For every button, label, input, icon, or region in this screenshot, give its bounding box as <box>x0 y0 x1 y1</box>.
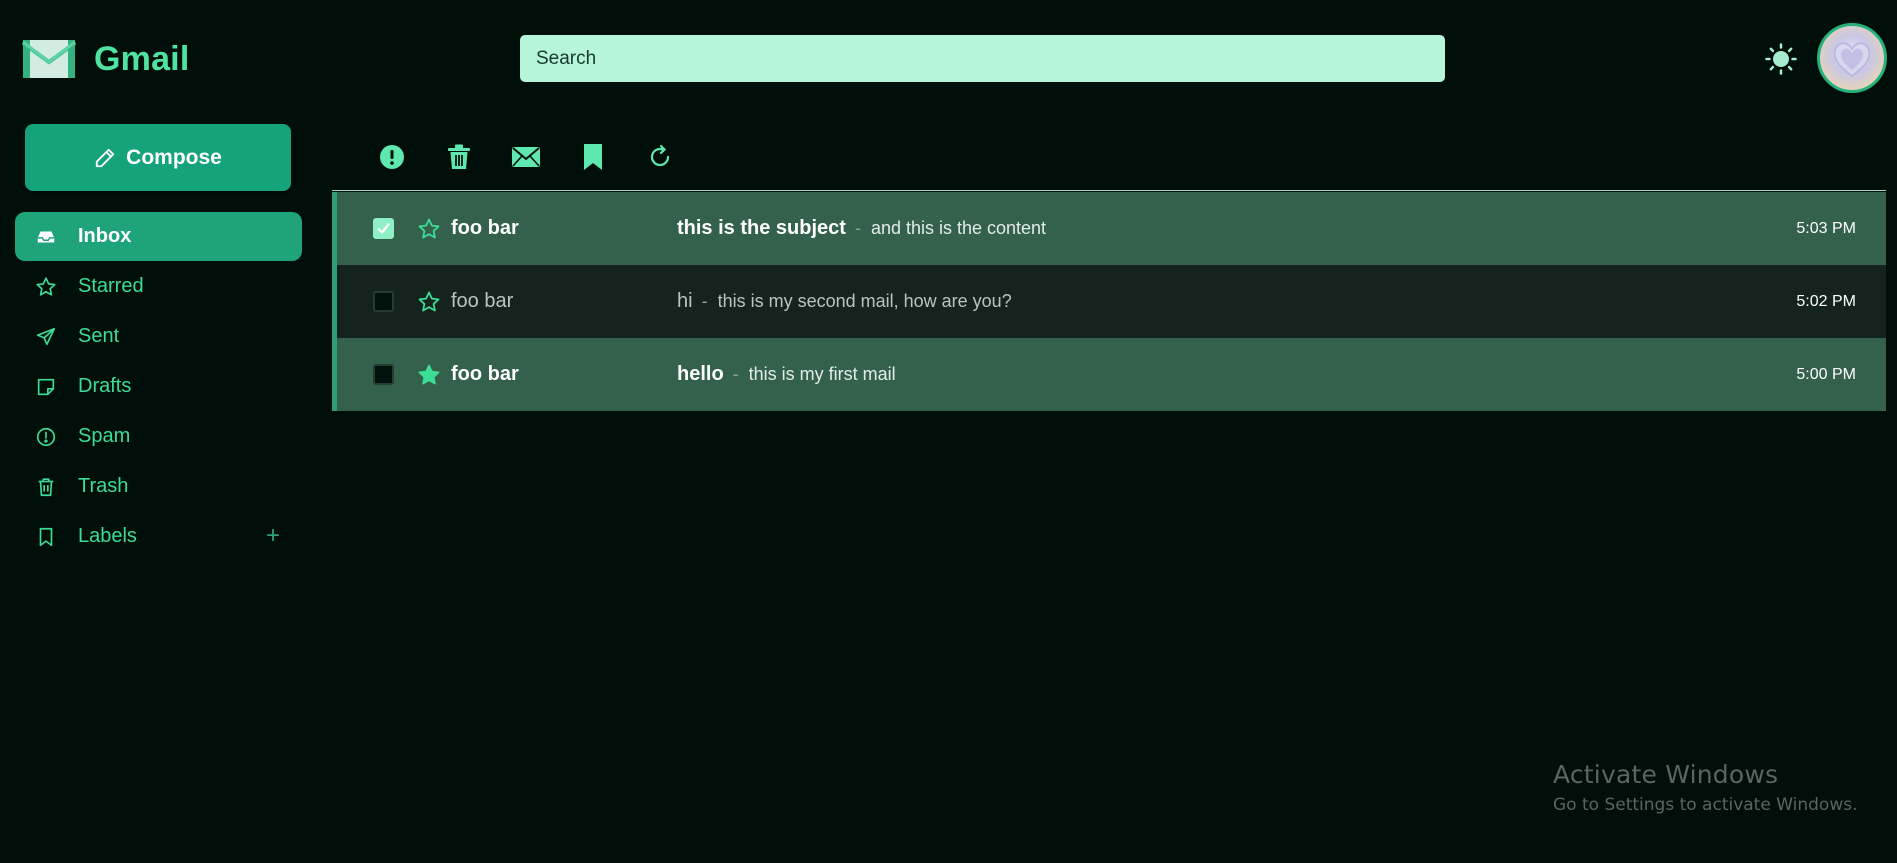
email-subject: hello <box>677 363 724 385</box>
sidebar-item-label: Spam <box>78 425 131 447</box>
sidebar-nav: Inbox Starred Sent Drafts Spam Trash Lab… <box>15 212 302 562</box>
sidebar-item-labels[interactable]: Labels + <box>15 512 302 561</box>
email-message: hello - this is my first mail <box>677 363 896 386</box>
email-subject: hi <box>677 290 693 312</box>
sidebar-item-label: Sent <box>78 325 120 347</box>
add-label-button[interactable]: + <box>266 522 280 550</box>
star-outline-icon <box>418 218 440 238</box>
delete-icon <box>447 144 470 169</box>
star-toggle[interactable] <box>416 216 442 242</box>
sidebar-item-inbox[interactable]: Inbox <box>15 212 302 261</box>
sidebar-item-spam[interactable]: Spam <box>15 412 302 461</box>
avatar-image <box>1833 42 1871 77</box>
email-separator: - <box>854 218 861 238</box>
sidebar-item-drafts[interactable]: Drafts <box>15 362 302 411</box>
email-sender: foo bar <box>451 290 514 312</box>
app-root: Gmail Compose Inbox <box>0 0 1897 863</box>
draft-icon <box>33 374 59 400</box>
refresh-icon <box>650 144 669 167</box>
windows-activation-watermark: Activate Windows Go to Settings to activ… <box>1553 760 1858 815</box>
label-icon <box>33 524 59 550</box>
sidebar-item-sent[interactable]: Sent <box>15 312 302 361</box>
toolbar-divider <box>332 190 1886 191</box>
star-filled-icon <box>418 364 440 384</box>
compose-button[interactable]: Compose <box>25 124 291 191</box>
label-button[interactable] <box>559 141 626 173</box>
report-spam-icon <box>379 145 404 169</box>
email-preview: this is my second mail, how are you? <box>717 291 1012 311</box>
app-logo[interactable]: Gmail <box>22 38 189 80</box>
email-time: 5:00 PM <box>1796 365 1856 383</box>
star-outline-icon <box>418 291 440 311</box>
spam-icon <box>33 424 59 450</box>
search-input[interactable] <box>520 35 1445 82</box>
sidebar-item-label: Labels <box>78 525 137 547</box>
email-message: hi - this is my second mail, how are you… <box>677 290 1012 313</box>
email-sender: foo bar <box>451 363 519 385</box>
send-icon <box>33 324 59 350</box>
sidebar-item-label: Trash <box>78 475 129 497</box>
label-icon <box>583 144 602 170</box>
email-message: this is the subject - and this is the co… <box>677 217 1046 240</box>
email-subject: this is the subject <box>677 217 846 239</box>
sidebar-item-label: Inbox <box>78 225 132 247</box>
delete-button[interactable] <box>425 141 492 173</box>
pencil-icon <box>95 148 115 167</box>
email-row[interactable]: foo bar hello - this is my first mail 5:… <box>332 338 1886 411</box>
watermark-subtitle: Go to Settings to activate Windows. <box>1553 795 1858 815</box>
mark-unread-icon <box>511 147 540 167</box>
email-separator: - <box>701 291 708 311</box>
trash-icon <box>33 474 59 500</box>
watermark-title: Activate Windows <box>1553 760 1779 789</box>
avatar[interactable] <box>1817 23 1887 93</box>
star-toggle[interactable] <box>416 362 442 388</box>
inbox-icon <box>33 224 59 250</box>
report-spam-button[interactable] <box>358 141 425 173</box>
email-checkbox[interactable] <box>373 364 394 385</box>
sun-icon <box>1765 43 1797 75</box>
app-title: Gmail <box>94 39 190 78</box>
email-checkbox[interactable] <box>373 218 394 239</box>
email-toolbar <box>358 141 693 173</box>
email-time: 5:02 PM <box>1796 292 1856 310</box>
email-separator: - <box>732 364 739 384</box>
sidebar-item-label: Drafts <box>78 375 132 397</box>
mark-unread-button[interactable] <box>492 141 559 173</box>
sidebar-item-label: Starred <box>78 275 144 297</box>
checkmark-icon <box>377 223 390 234</box>
gmail-envelope-icon <box>22 40 76 78</box>
email-row[interactable]: foo bar hi - this is my second mail, how… <box>332 265 1886 338</box>
star-toggle[interactable] <box>416 289 442 315</box>
email-row[interactable]: foo bar this is the subject - and this i… <box>332 192 1886 265</box>
email-sender: foo bar <box>451 217 519 239</box>
email-checkbox[interactable] <box>373 291 394 312</box>
sidebar-item-trash[interactable]: Trash <box>15 462 302 511</box>
email-preview: and this is the content <box>870 218 1047 238</box>
email-preview: this is my first mail <box>748 364 896 384</box>
theme-toggle-button[interactable] <box>1763 41 1799 77</box>
star-icon <box>33 274 59 300</box>
refresh-button[interactable] <box>626 141 693 173</box>
sidebar-item-starred[interactable]: Starred <box>15 262 302 311</box>
compose-label: Compose <box>126 145 222 169</box>
email-list: foo bar this is the subject - and this i… <box>332 192 1886 411</box>
email-time: 5:03 PM <box>1796 219 1856 237</box>
